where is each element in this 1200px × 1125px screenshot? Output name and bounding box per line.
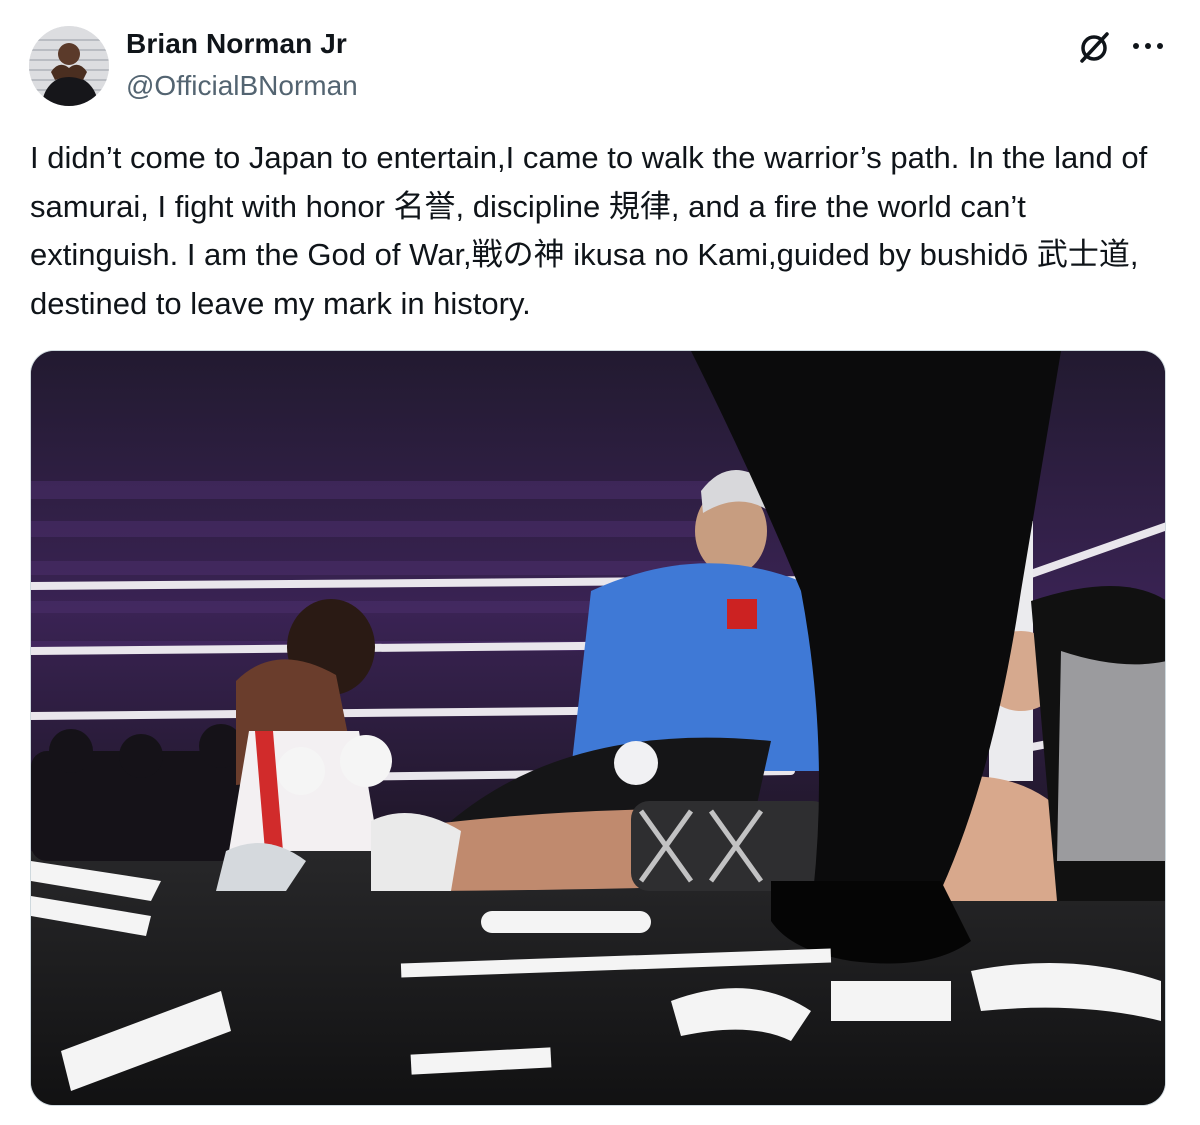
- author-handle[interactable]: @OfficialBNorman: [126, 70, 358, 102]
- grok-slash-icon[interactable]: [1074, 28, 1114, 68]
- tweet-media-photo[interactable]: [30, 350, 1166, 1106]
- avatar-photo-icon: [29, 26, 109, 106]
- author-display-name[interactable]: Brian Norman Jr: [126, 28, 347, 60]
- more-dots-icon[interactable]: [1128, 30, 1168, 62]
- author-avatar[interactable]: [29, 26, 109, 106]
- tweet-header: Brian Norman Jr @OfficialBNorman: [0, 0, 1200, 120]
- tweet-text: I didn’t come to Japan to entertain,I ca…: [30, 140, 1148, 321]
- boxing-knockout-photo-icon: [31, 351, 1165, 1105]
